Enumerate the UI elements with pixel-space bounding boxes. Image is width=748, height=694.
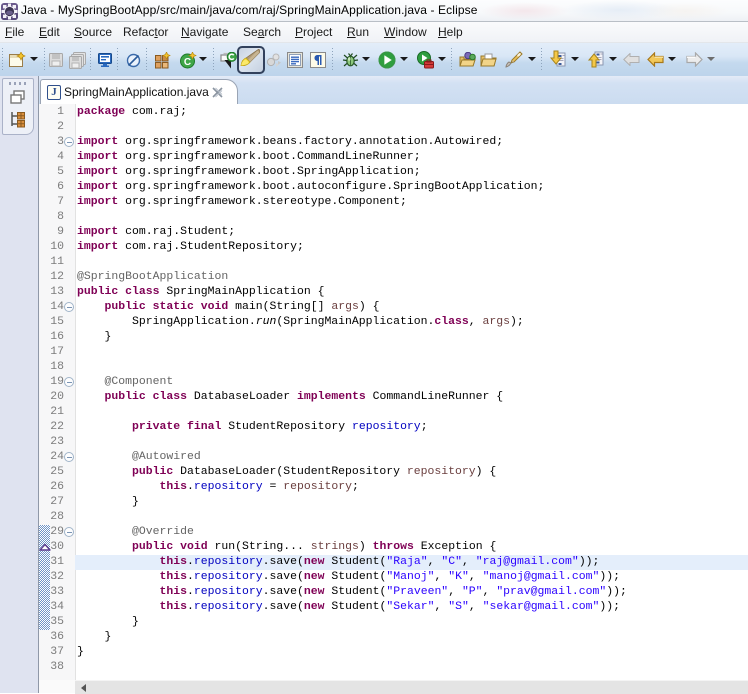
svg-text:C: C [184,57,191,68]
